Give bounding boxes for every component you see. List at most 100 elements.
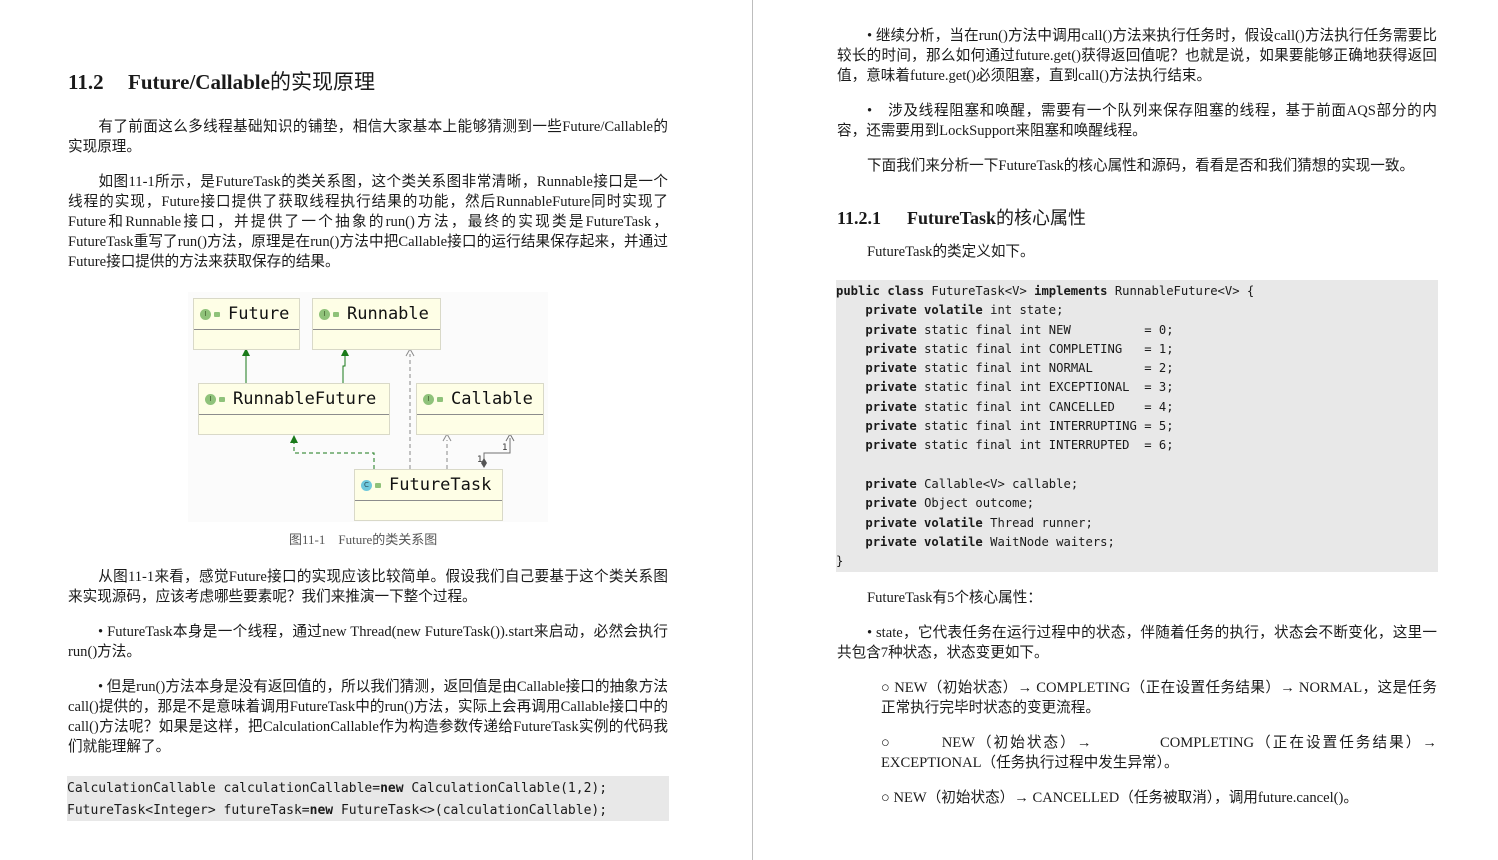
- node-label: FutureTask: [389, 475, 492, 495]
- code-keyword: public class: [836, 284, 925, 298]
- code-line: private static final int INTERRUPTED = 6…: [836, 436, 1438, 455]
- code-line: private volatile WaitNode waiters;: [836, 533, 1438, 552]
- code-text: Thread runner;: [982, 515, 1093, 530]
- state-transition: ○ NEW（初始状态）→ COMPLETING（正在设置任务结果）→ EXCEP…: [881, 733, 1437, 773]
- uml-node-runnable: I Runnable: [312, 298, 441, 350]
- bullet-paragraph: • 继续分析，当在run()方法中调用call()方法来执行任务时，假设call…: [837, 26, 1437, 86]
- code-block: CalculationCallable calculationCallable=…: [67, 776, 669, 821]
- code-text: static final int CANCELLED = 4;: [916, 399, 1174, 414]
- code-keyword: private volatile: [865, 515, 983, 530]
- code-text: static final int COMPLETING = 1;: [916, 341, 1174, 356]
- interface-icon: I: [319, 308, 330, 320]
- paragraph-text: • state，它代表任务在运行过程中的状态，伴随着任务的执行，状态会不断变化，…: [837, 625, 1437, 661]
- code-line: public class FutureTask<V> implements Ru…: [836, 282, 1438, 301]
- class-icon: C: [361, 479, 372, 491]
- code-line: private Object outcome;: [836, 494, 1438, 513]
- code-line: private static final int CANCELLED = 4;: [836, 398, 1438, 417]
- code-line: FutureTask<Integer> futureTask=new Futur…: [67, 800, 669, 822]
- interface-icon: I: [423, 393, 434, 405]
- code-keyword: private: [865, 361, 917, 376]
- paragraph-text: FutureTask的类定义如下。: [867, 244, 1035, 260]
- bullet-paragraph: • state，它代表任务在运行过程中的状态，伴随着任务的执行，状态会不断变化，…: [837, 623, 1437, 663]
- code-text: Callable<V> callable;: [916, 476, 1079, 491]
- paragraph-text: FutureTask有5个核心属性：: [867, 590, 1042, 606]
- public-icon: [214, 311, 220, 317]
- uml-node-runnablefuture: I RunnableFuture: [198, 383, 390, 435]
- code-line: private Callable<V> callable;: [836, 475, 1438, 494]
- paragraph-text: 有了前面这么多线程基础知识的铺垫，相信大家基本上能够猜测到一些Future/Ca…: [68, 119, 668, 155]
- code-text: static final int INTERRUPTED = 6;: [916, 438, 1174, 453]
- transition-text: ○ NEW（初始状态）→ COMPLETING（正在设置任务结果）→ EXCEP…: [881, 735, 1437, 771]
- right-page: • 继续分析，当在run()方法中调用call()方法来执行任务时，假设call…: [753, 0, 1498, 860]
- paragraph: 下面我们来分析一下FutureTask的核心属性和源码，看看是否和我们猜想的实现…: [837, 156, 1437, 176]
- bullet-paragraph: • 但是run()方法本身是没有返回值的，所以我们猜测，返回值是由Callabl…: [68, 677, 668, 757]
- code-keyword: private: [865, 419, 917, 434]
- transition-text: ○ NEW（初始状态）→ COMPLETING（正在设置任务结果）→ NORMA…: [881, 680, 1437, 716]
- multiplicity-label: 1: [502, 443, 508, 453]
- code-keyword: private: [865, 438, 917, 453]
- code-keyword: private volatile: [865, 534, 983, 549]
- code-line: private static final int COMPLETING = 1;: [836, 340, 1438, 359]
- subsection-number: 11.2.1: [837, 208, 882, 228]
- code-keyword: private: [865, 341, 917, 356]
- code-text: RunnableFuture<V> {: [1107, 284, 1255, 298]
- code-text: Object outcome;: [916, 496, 1035, 511]
- code-keyword: private: [865, 322, 917, 337]
- multiplicity-label: 1: [477, 455, 483, 465]
- arrowhead: [442, 432, 452, 442]
- paragraph-text: 下面我们来分析一下FutureTask的核心属性和源码，看看是否和我们猜想的实现…: [867, 158, 1415, 174]
- code-line: }: [836, 552, 1438, 571]
- code-text: static final int EXCEPTIONAL = 3;: [916, 380, 1174, 395]
- code-keyword: private: [865, 399, 917, 414]
- edge-implements-runnablefuture: [293, 442, 375, 469]
- node-label: Runnable: [347, 304, 429, 324]
- public-icon: [437, 396, 443, 402]
- paragraph-text: 如图11-1所示，是FutureTask的类关系图，这个类关系图非常清晰，Run…: [68, 174, 668, 270]
- subsection-title-zh: 的核心属性: [996, 208, 1087, 228]
- code-line: private volatile Thread runner;: [836, 514, 1438, 533]
- section-number: 11.2: [68, 70, 104, 94]
- uml-node-futuretask: C FutureTask: [354, 469, 503, 521]
- uml-node-future: I Future: [193, 298, 300, 350]
- paragraph-text: • FutureTask本身是一个线程，通过new Thread(new Fut…: [68, 624, 668, 660]
- left-page: 11.2 Future/Callable的实现原理 有了前面这么多线程基础知识的铺…: [0, 0, 752, 860]
- transition-text: ○ NEW（初始状态）→ CANCELLED（任务被取消），调用future.c…: [881, 790, 1358, 806]
- code-keyword: implements: [1034, 284, 1108, 298]
- subsection-heading: 11.2.1 FutureTask的核心属性: [837, 204, 1086, 230]
- code-text: static final int NEW = 0;: [916, 322, 1174, 337]
- code-text: int state;: [982, 303, 1064, 318]
- code-text: }: [836, 554, 844, 569]
- paragraph: FutureTask的类定义如下。: [837, 242, 1437, 262]
- code-line: private static final int EXCEPTIONAL = 3…: [836, 378, 1438, 397]
- interface-icon: I: [205, 393, 216, 405]
- code-text: WaitNode waiters;: [982, 534, 1115, 549]
- section-title-zh: 的实现原理: [269, 70, 375, 94]
- paragraph: 有了前面这么多线程基础知识的铺垫，相信大家基本上能够猜测到一些Future/Ca…: [68, 117, 668, 157]
- code-block: public class FutureTask<V> implements Ru…: [836, 280, 1438, 572]
- paragraph: 从图11-1来看，感觉Future接口的实现应该比较简单。假设我们自己要基于这个…: [68, 567, 668, 607]
- public-icon: [219, 396, 225, 402]
- subsection-title-latin: FutureTask: [907, 208, 997, 228]
- figure-caption: 图11-1 Future的类关系图: [289, 532, 438, 547]
- code-text: FutureTask<Integer> futureTask=: [67, 803, 310, 818]
- code-line: private static final int NEW = 0;: [836, 321, 1438, 340]
- code-text: FutureTask<V>: [924, 284, 1035, 298]
- code-keyword: private: [865, 496, 917, 511]
- arrowhead: [290, 435, 298, 443]
- code-keyword: private: [865, 476, 917, 491]
- code-keyword: new: [380, 781, 404, 796]
- paragraph-text: • 但是run()方法本身是没有返回值的，所以我们猜测，返回值是由Callabl…: [68, 679, 668, 755]
- bullet-paragraph: • FutureTask本身是一个线程，通过new Thread(new Fut…: [68, 622, 668, 662]
- code-text: CalculationCallable calculationCallable=: [67, 781, 381, 796]
- bullet-paragraph: • 涉及线程阻塞和唤醒，需要有一个队列来保存阻塞的线程，基于前面AQS部分的内容…: [837, 101, 1437, 141]
